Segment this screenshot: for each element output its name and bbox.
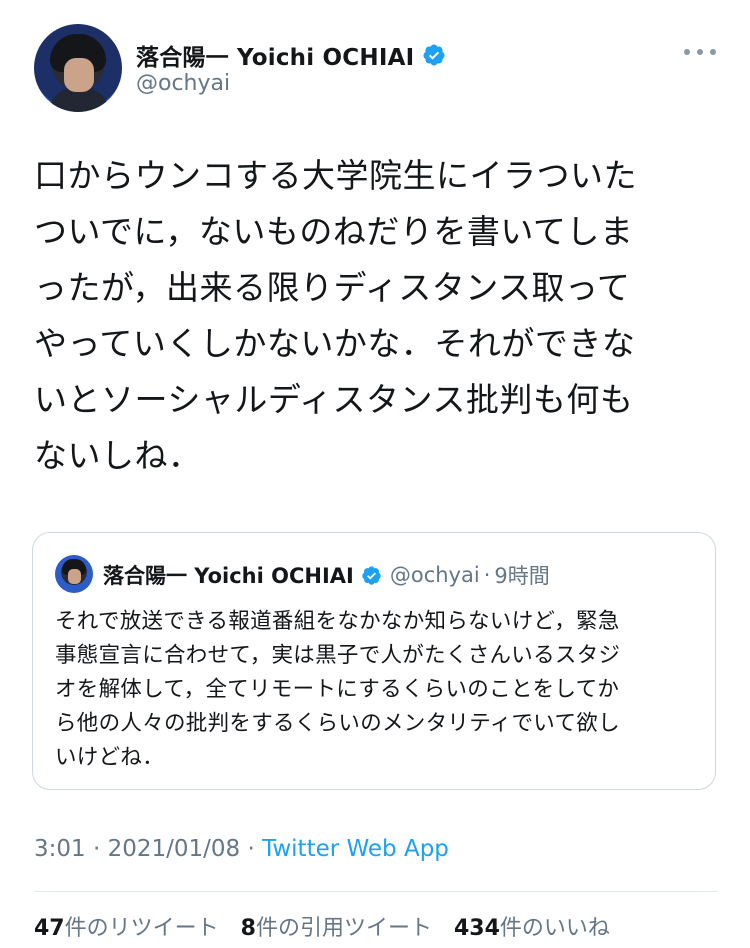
tweet-date[interactable]: 2021/01/08 [108,836,241,862]
engagement-stats: 47件のリツイート 8件の引用ツイート 434件のいいね [34,910,632,942]
tweet-text-line: ったが，出来る限りディスタンス取って [34,268,631,307]
author-name-row[interactable]: 落合陽一 Yoichi OCHIAI [136,38,446,72]
tweet-header: 落合陽一 Yoichi OCHIAI @ochyai [34,24,724,114]
author-avatar[interactable] [34,24,122,112]
separator-dot: · [240,836,263,862]
likes-count: 434 [453,916,500,941]
tweet-metadata: 3:01 · 2021/01/08 · Twitter Web App [34,836,449,862]
quote-tweets-count: 8 [240,916,256,941]
quoted-tweet-card[interactable]: 落合陽一 Yoichi OCHIAI @ochyai · 9時間 それで放送でき… [32,532,716,790]
tweet-text-line: ついでに，ないものねだりを書いてしま [34,212,634,251]
retweets-label: 件のリツイート [64,916,219,941]
tweet-text-line: 口からウンコする大学院生にイラついた [34,156,637,195]
quoted-author-display-name: 落合陽一 Yoichi OCHIAI [103,564,354,588]
verified-badge-icon [423,44,445,66]
quoted-tweet-text-line: 事態宣言に合わせて，実は黒子で人がたくさんいるスタジ [55,643,621,668]
quote-tweets-label: 件の引用ツイート [255,916,432,941]
quoted-tweet-text-line: いけどね． [55,745,165,770]
retweets-stat[interactable]: 47件のリツイート [34,910,219,942]
likes-label: 件のいいね [499,916,610,941]
author-handle[interactable]: @ochyai [136,71,230,96]
likes-stat[interactable]: 434件のいいね [454,910,610,942]
divider [34,891,718,892]
tweet-text-line: やっていくしかないかな．それができな [34,324,636,363]
more-horizontal-icon[interactable] [684,46,716,58]
tweet-text-line: いとソーシャルディスタンス批判も何も [34,380,634,419]
quoted-tweet-text: それで放送できる報道番組をなかなか知らないけど，緊急 事態宣言に合わせて，実は黒… [55,605,705,775]
tweet-text-line: ないしね． [34,436,202,475]
separator-dot: · [85,836,108,862]
verified-badge-icon [362,565,381,585]
retweets-count: 47 [34,916,65,941]
quoted-tweet-text-line: ら他の人々の批判をするくらいのメンタリティでいて欲し [55,711,620,736]
quoted-tweet-time: 9時間 [494,564,550,588]
quoted-author-avatar [55,555,93,593]
quoted-author-handle: @ochyai [389,563,480,587]
tweet-source-link[interactable]: Twitter Web App [262,836,449,862]
tweet-time[interactable]: 3:01 [34,836,86,862]
quoted-tweet-header: 落合陽一 Yoichi OCHIAI @ochyai · 9時間 [103,560,550,590]
quote-tweets-stat[interactable]: 8件の引用ツイート [241,910,432,942]
tweet-text: 口からウンコする大学院生にイラついた ついでに，ないものねだりを書いてしま った… [34,148,724,484]
author-display-name[interactable]: 落合陽一 Yoichi OCHIAI [136,38,414,72]
quoted-tweet-text-line: それで放送できる報道番組をなかなか知らないけど，緊急 [55,609,620,634]
separator-dot: · [483,563,491,587]
quoted-tweet-text-line: オを解体して，全てリモートにするくらいのことをしてか [55,677,620,702]
